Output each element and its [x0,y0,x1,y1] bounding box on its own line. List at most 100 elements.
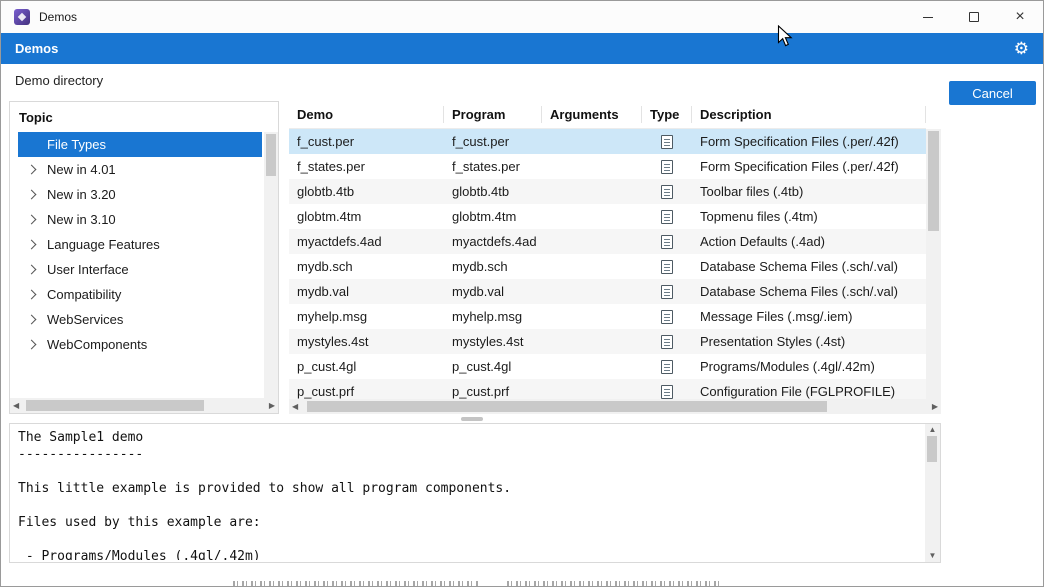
scroll-right-icon[interactable]: ▶ [929,403,941,411]
document-icon [661,235,673,249]
table-row[interactable]: myactdefs.4admyactdefs.4adAction Default… [289,229,926,254]
scroll-left-icon[interactable]: ◀ [289,403,301,411]
table-row[interactable]: mystyles.4stmystyles.4stPresentation Sty… [289,329,926,354]
document-icon [661,160,673,174]
demo-table-panel: DemoProgramArgumentsTypeDescription f_cu… [289,101,941,414]
description-vertical-scrollbar[interactable]: ▲ ▼ [925,424,940,562]
table-row[interactable]: globtm.4tmglobtm.4tmTopmenu files (.4tm) [289,204,926,229]
table-row[interactable]: p_cust.prfp_cust.prfConfiguration File (… [289,379,926,399]
gear-icon[interactable]: ⚙ [1014,40,1029,57]
topic-item-user-interface[interactable]: User Interface [18,257,262,282]
description-cell: Form Specification Files (.per/.42f) [692,134,926,149]
topic-item-webcomponents[interactable]: WebComponents [18,332,262,357]
minimize-button[interactable] [905,1,951,33]
table-header-row: DemoProgramArgumentsTypeDescription [289,101,926,129]
chevron-right-icon[interactable] [27,265,37,275]
document-icon [661,135,673,149]
description-cell: Topmenu files (.4tm) [692,209,926,224]
demo-cell: f_cust.per [289,134,444,149]
program-cell: f_cust.per [444,134,542,149]
type-cell [642,335,692,349]
demo-cell: p_cust.prf [289,384,444,399]
splitter-handle[interactable] [461,417,483,421]
table-row[interactable]: p_cust.4glp_cust.4glPrograms/Modules (.4… [289,354,926,379]
demo-cell: myhelp.msg [289,309,444,324]
column-header-demo[interactable]: Demo [289,106,444,123]
topic-horizontal-scrollbar[interactable]: ◀ ▶ [10,398,278,413]
description-cell: Action Defaults (.4ad) [692,234,926,249]
topic-item-language-features[interactable]: Language Features [18,232,262,257]
description-cell: Form Specification Files (.per/.42f) [692,159,926,174]
type-cell [642,385,692,399]
type-cell [642,310,692,324]
description-cell: Database Schema Files (.sch/.val) [692,284,926,299]
program-cell: myhelp.msg [444,309,542,324]
demo-cell: mystyles.4st [289,334,444,349]
topic-item-compatibility[interactable]: Compatibility [18,282,262,307]
description-panel: The Sample1 demo ---------------- This l… [9,423,941,563]
topic-header: Topic [10,102,278,132]
description-cell: Toolbar files (.4tb) [692,184,926,199]
scrollbar-thumb[interactable] [266,134,276,176]
demo-cell: f_states.per [289,159,444,174]
scrollbar-thumb[interactable] [927,436,937,462]
table-row[interactable]: globtb.4tbglobtb.4tbToolbar files (.4tb) [289,179,926,204]
column-header-description[interactable]: Description [692,106,926,123]
program-cell: p_cust.4gl [444,359,542,374]
topic-item-new-in-3-20[interactable]: New in 3.20 [18,182,262,207]
scroll-down-icon[interactable]: ▼ [926,552,940,560]
table-vertical-scrollbar[interactable] [926,129,941,399]
close-button[interactable]: × [997,1,1043,33]
close-icon: × [1015,9,1024,25]
table-row[interactable]: myhelp.msgmyhelp.msgMessage Files (.msg/… [289,304,926,329]
chevron-right-icon[interactable] [27,315,37,325]
scroll-right-icon[interactable]: ▶ [266,402,278,410]
chevron-right-icon[interactable] [27,215,37,225]
topic-item-new-in-4-01[interactable]: New in 4.01 [18,157,262,182]
topic-item-label: New in 3.10 [47,212,116,227]
app-icon [14,9,30,25]
table-row[interactable]: mydb.schmydb.schDatabase Schema Files (.… [289,254,926,279]
column-header-type[interactable]: Type [642,106,692,123]
topic-item-label: WebServices [47,312,123,327]
table-row[interactable]: f_cust.perf_cust.per Form Specification F… [289,129,926,154]
topic-vertical-scrollbar[interactable] [264,132,278,398]
chevron-right-icon[interactable] [27,340,37,350]
topic-item-webservices[interactable]: WebServices [18,307,262,332]
window-controls: × [905,1,1043,33]
chevron-right-icon[interactable] [27,290,37,300]
type-cell [642,260,692,274]
scrollbar-thumb[interactable] [26,400,204,411]
table-row[interactable]: mydb.valmydb.valDatabase Schema Files (.… [289,279,926,304]
topic-item-label: New in 3.20 [47,187,116,202]
type-cell [642,360,692,374]
description-text[interactable]: The Sample1 demo ---------------- This l… [18,429,923,560]
column-header-program[interactable]: Program [444,106,542,123]
maximize-button[interactable] [951,1,997,33]
chevron-right-icon[interactable] [27,190,37,200]
demo-directory-label: Demo directory [15,73,103,88]
type-cell [642,185,692,199]
scrollbar-thumb[interactable] [307,401,827,412]
chevron-right-icon[interactable] [27,165,37,175]
scroll-up-icon[interactable]: ▲ [926,426,940,434]
topic-item-new-in-3-10[interactable]: New in 3.10 [18,207,262,232]
document-icon [661,385,673,399]
clipped-text-fragment [507,581,719,587]
scroll-left-icon[interactable]: ◀ [10,402,22,410]
document-icon [661,335,673,349]
program-cell: mystyles.4st [444,334,542,349]
table-horizontal-scrollbar[interactable]: ◀ ▶ [289,399,941,414]
window-title: Demos [39,10,77,24]
document-icon [661,185,673,199]
demo-cell: globtb.4tb [289,184,444,199]
titlebar[interactable]: Demos × [1,1,1043,33]
column-header-arguments[interactable]: Arguments [542,106,642,123]
document-icon [661,285,673,299]
scrollbar-thumb[interactable] [928,131,939,231]
cancel-button[interactable]: Cancel [949,81,1036,105]
topic-item-label: Language Features [47,237,160,252]
chevron-right-icon[interactable] [27,240,37,250]
table-row[interactable]: f_states.perf_states.perForm Specificati… [289,154,926,179]
topic-item-file-types[interactable]: File Types [18,132,262,157]
